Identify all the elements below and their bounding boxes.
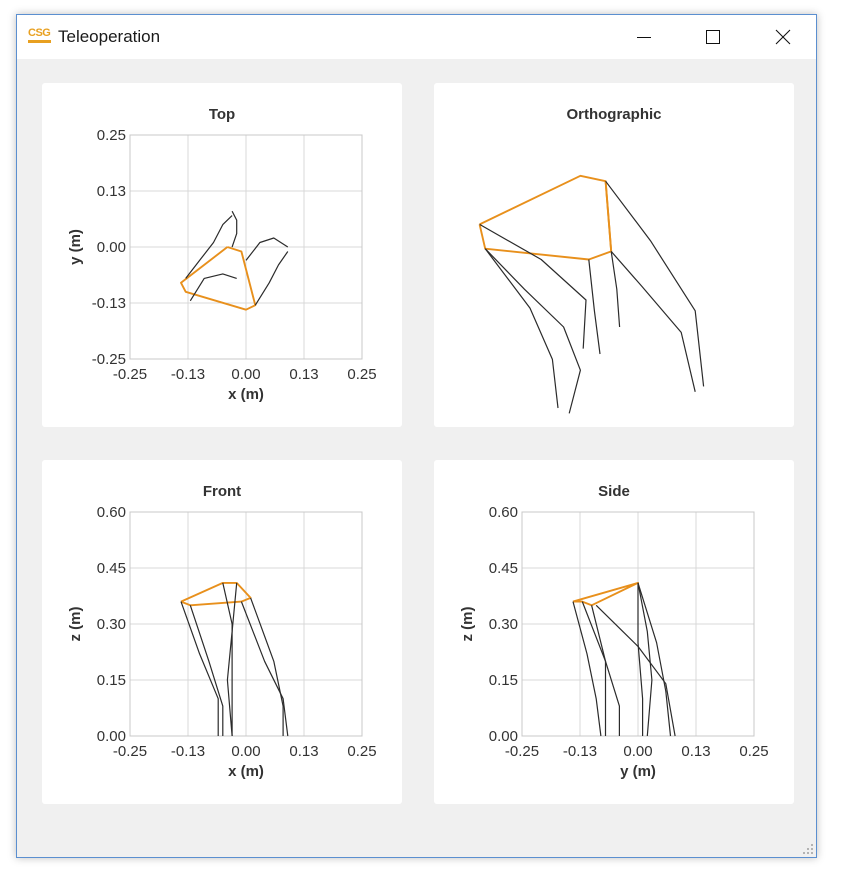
x-tick-label: 0.00: [231, 366, 260, 383]
y-tick-label: 0.15: [97, 672, 126, 689]
platform-frame: [604, 181, 613, 252]
y-axis-label: z (m): [459, 607, 476, 642]
y-axis-label: y (m): [67, 229, 84, 265]
x-tick-label: 0.13: [681, 743, 710, 760]
minimize-button[interactable]: [621, 15, 667, 59]
maximize-button[interactable]: [690, 15, 736, 59]
x-tick-label: 0.13: [289, 366, 318, 383]
leg-path: [610, 251, 621, 328]
chart-title: Orthographic: [566, 106, 661, 123]
y-tick-label: 0.00: [97, 239, 126, 256]
chart-side[interactable]: Side -0.25 -0.13 0.00 0.13 0.25 0.00 0.15 0.30 0.…: [434, 460, 794, 804]
x-tick-label: -0.13: [563, 743, 597, 760]
panel-top: Top -0.25 -0.13 0.00 0.13 0.25 -0.25 -0.13 0.00 0…: [42, 83, 402, 427]
close-icon: [775, 29, 791, 45]
chart-front[interactable]: Front -0.25 -0.13 0.00 0.13 0.25 0.00 0.15 0.30 0…: [42, 460, 402, 804]
x-tick-label: 0.13: [289, 743, 318, 760]
platform-frame: [180, 246, 257, 311]
leg-path: [484, 248, 559, 409]
leg-path: [610, 251, 696, 392]
x-tick-label: 0.00: [231, 743, 260, 760]
y-tick-label: 0.45: [97, 560, 126, 577]
x-tick-label: -0.25: [113, 743, 147, 760]
leg-path: [231, 210, 238, 248]
y-tick-label: -0.25: [92, 351, 126, 368]
leg-path: [581, 601, 620, 736]
window-title: Teleoperation: [58, 27, 161, 46]
y-tick-label: 0.60: [97, 504, 126, 521]
y-tick-label: 0.00: [489, 728, 518, 745]
resize-grip-icon[interactable]: [802, 843, 814, 855]
x-axis-label: y (m): [620, 763, 656, 780]
panel-orthographic: Orthographic: [434, 83, 794, 427]
maximize-icon: [706, 30, 720, 44]
leg-path: [254, 251, 289, 306]
x-tick-label: -0.25: [113, 366, 147, 383]
y-tick-label: -0.13: [92, 295, 126, 312]
app-logo-icon: CSG: [28, 27, 53, 45]
leg-path: [189, 273, 237, 302]
platform-frame: [478, 174, 613, 261]
x-axis-label: x (m): [228, 386, 264, 403]
x-tick-label: -0.13: [171, 366, 205, 383]
x-tick-label: 0.00: [623, 743, 652, 760]
teleoperation-window: CSG Teleoperation Top -0.25 -0.13 0.00 0.13 0…: [16, 14, 817, 858]
y-axis-label: z (m): [67, 607, 84, 642]
leg-path: [572, 601, 602, 737]
x-tick-label: -0.25: [505, 743, 539, 760]
leg-path: [240, 601, 289, 737]
x-tick-label: 0.25: [347, 743, 376, 760]
x-axis-label: x (m): [228, 763, 264, 780]
leg-path: [479, 223, 587, 349]
y-tick-label: 0.30: [97, 616, 126, 633]
app-logo-text: CSG: [28, 27, 51, 39]
chart-top[interactable]: Top -0.25 -0.13 0.00 0.13 0.25 -0.25 -0.13 0.00 0…: [42, 83, 402, 427]
leg-path: [605, 180, 705, 387]
panel-side: Side -0.25 -0.13 0.00 0.13 0.25 0.00 0.15 0.30 0.…: [434, 460, 794, 804]
close-button[interactable]: [760, 15, 806, 59]
leg-path: [588, 259, 601, 355]
y-tick-label: 0.25: [97, 127, 126, 144]
y-tick-label: 0.60: [489, 504, 518, 521]
title-bar[interactable]: CSG Teleoperation: [17, 15, 816, 59]
leg-path: [180, 601, 219, 736]
chart-title: Top: [209, 106, 235, 123]
chart-orthographic[interactable]: Orthographic: [434, 83, 794, 427]
platform-frame: [180, 581, 252, 607]
y-tick-label: 0.45: [489, 560, 518, 577]
y-tick-label: 0.00: [97, 728, 126, 745]
y-tick-label: 0.30: [489, 616, 518, 633]
x-tick-label: -0.13: [171, 743, 205, 760]
x-tick-label: 0.25: [347, 366, 376, 383]
y-tick-label: 0.15: [489, 672, 518, 689]
leg-path: [484, 248, 581, 414]
leg-path: [245, 237, 289, 261]
chart-title: Side: [598, 483, 630, 500]
app-logo-bar: [28, 40, 51, 43]
x-tick-label: 0.25: [739, 743, 768, 760]
y-tick-label: 0.13: [97, 183, 126, 200]
minimize-icon: [637, 37, 651, 38]
chart-title: Front: [203, 483, 241, 500]
panel-front: Front -0.25 -0.13 0.00 0.13 0.25 0.00 0.15 0.30 0…: [42, 460, 402, 804]
